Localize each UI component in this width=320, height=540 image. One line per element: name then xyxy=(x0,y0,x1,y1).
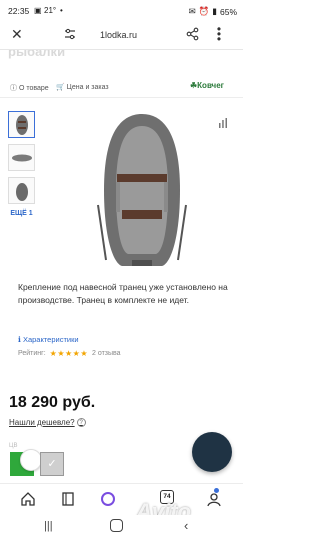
tab-about[interactable]: ⓘ О товаре xyxy=(10,83,49,93)
brand-logo[interactable]: ☘Ковчег xyxy=(190,81,224,90)
battery-level: 65% xyxy=(219,6,237,17)
dot-icon: • xyxy=(60,6,63,15)
characteristics-link[interactable]: ℹ Характеристики xyxy=(18,335,79,344)
brand-name: Ковчег xyxy=(197,81,224,90)
boat-side-thumb-icon xyxy=(11,154,32,161)
photo-icon: ▣ xyxy=(34,6,42,15)
chat-fab-button[interactable] xyxy=(192,432,232,472)
tab-price-label: Цена и заказ xyxy=(66,84,109,91)
url-text[interactable]: 1lodka.ru xyxy=(100,30,137,40)
notification-dot xyxy=(214,488,219,493)
mail-icon: ✉ xyxy=(188,6,196,16)
system-navigation: ||| ‹ xyxy=(0,515,243,540)
bottom-navigation xyxy=(0,483,243,515)
profile-icon[interactable] xyxy=(206,491,222,507)
product-tabs: ⓘ О товаре 🛒 Цена и заказ ☘Ковчег xyxy=(0,76,243,98)
characteristics-label: Характеристики xyxy=(22,335,79,344)
thumbnail-1[interactable] xyxy=(8,111,35,138)
status-time: 22:35 xyxy=(8,6,30,16)
product-price: 18 290 руб. xyxy=(9,394,96,411)
site-settings-icon[interactable] xyxy=(64,28,76,40)
rating-row[interactable]: Рейтинг: ★★★★★ 2 отзыва xyxy=(18,349,121,358)
status-bar: 22:35 ▣ 21° • ✉ ⏰ ▮ 65% xyxy=(0,0,243,22)
boat-thumb-icon xyxy=(15,114,28,135)
thumbnail-3[interactable] xyxy=(8,177,35,204)
chat-icon[interactable] xyxy=(20,449,42,471)
home-icon[interactable] xyxy=(20,491,36,507)
temperature: 21° xyxy=(44,6,57,15)
back-icon[interactable]: ‹ xyxy=(184,518,188,533)
share-icon[interactable] xyxy=(186,27,200,41)
bar-chart-icon[interactable] xyxy=(218,118,228,128)
product-image-boat[interactable] xyxy=(92,110,192,270)
more-photos-link[interactable]: ЕЩЁ 1 xyxy=(8,210,35,217)
alarm-icon: ⏰ xyxy=(198,6,210,16)
check-icon: ✓ xyxy=(47,458,57,470)
bag-thumb-icon xyxy=(15,182,28,201)
signal-icon: ▮ xyxy=(212,6,217,16)
close-icon[interactable]: ✕ xyxy=(11,26,23,43)
color-label: ЦВ xyxy=(9,443,18,449)
found-cheaper-link[interactable]: Нашли дешевле? ? xyxy=(9,418,86,427)
recent-apps-icon[interactable]: ||| xyxy=(44,520,53,532)
gallery-thumbnails: ЕЩЁ 1 xyxy=(8,111,38,217)
thumbnail-2[interactable] xyxy=(8,144,35,171)
rating-stars: ★★★★★ xyxy=(49,349,89,358)
question-icon: ? xyxy=(76,418,86,427)
page-title-faded: рыбалки xyxy=(8,50,66,59)
rating-label: Рейтинг: xyxy=(18,350,46,357)
color-swatch-grey[interactable]: ✓ xyxy=(40,452,64,476)
home-button-icon[interactable] xyxy=(110,519,123,532)
tab-about-label: О товаре xyxy=(18,85,49,92)
tab-price[interactable]: 🛒 Цена и заказ xyxy=(56,83,109,91)
browser-toolbar: ✕ 1lodka.ru • • • xyxy=(0,22,243,50)
page-title-band: рыбалки xyxy=(0,50,243,76)
more-menu-icon[interactable]: • • • xyxy=(214,23,224,45)
book-icon[interactable] xyxy=(60,491,76,507)
found-cheaper-label: Нашли дешевле? xyxy=(9,418,75,427)
product-description: Крепление под навесной транец уже устано… xyxy=(18,282,228,305)
alice-icon[interactable] xyxy=(100,491,116,507)
reviews-count[interactable]: 2 отзыва xyxy=(92,350,121,357)
